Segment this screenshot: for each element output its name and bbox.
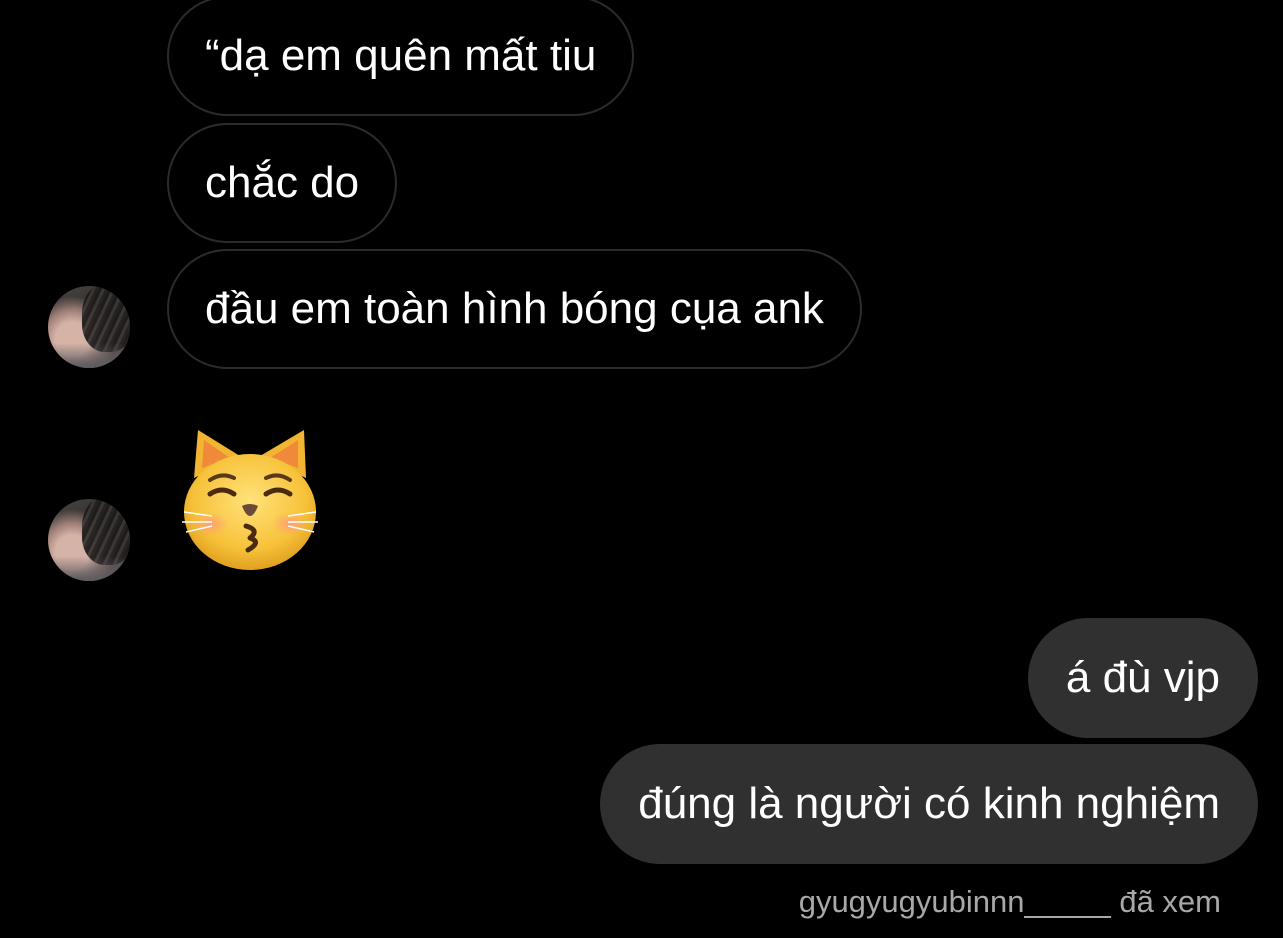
seen-label: đã xem xyxy=(1119,884,1221,919)
message-text: á đù vjp xyxy=(1065,653,1220,702)
message-text: chắc do xyxy=(205,158,360,207)
avatar-hair xyxy=(82,499,130,565)
seen-receipt: gyugyugyubinnn_____ đã xem xyxy=(799,884,1221,920)
message-text: đúng là người có kinh nghiệm xyxy=(638,779,1220,828)
sender-avatar[interactable] xyxy=(48,286,130,368)
outgoing-message-bubble[interactable]: á đù vjp xyxy=(1027,618,1258,738)
avatar-shade xyxy=(48,556,130,581)
incoming-message-bubble[interactable]: đầu em toàn hình bóng cụa ank xyxy=(167,249,862,369)
message-text: “dạ em quên mất tiu xyxy=(205,31,597,80)
avatar-hair xyxy=(82,286,130,352)
seen-username: gyugyugyubinnn_____ xyxy=(798,884,1111,919)
kissing-cat-icon xyxy=(182,430,318,570)
incoming-message-bubble[interactable]: chắc do xyxy=(167,123,398,243)
message-text: đầu em toàn hình bóng cụa ank xyxy=(205,284,824,333)
outgoing-message-bubble[interactable]: đúng là người có kinh nghiệm xyxy=(600,744,1258,864)
sender-avatar[interactable] xyxy=(48,499,130,581)
avatar-shade xyxy=(48,343,130,368)
kissing-cat-emoji[interactable] xyxy=(180,426,320,572)
incoming-message-bubble[interactable]: “dạ em quên mất tiu xyxy=(167,0,635,116)
